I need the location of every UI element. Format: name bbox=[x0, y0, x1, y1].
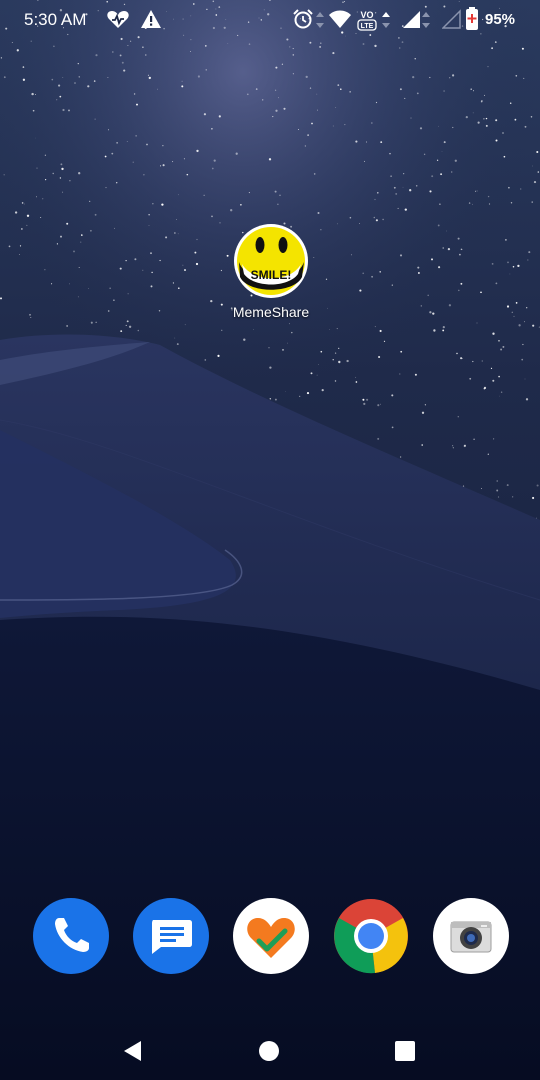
chrome-app[interactable] bbox=[333, 898, 409, 974]
back-button[interactable] bbox=[113, 1031, 153, 1071]
messages-icon bbox=[152, 920, 192, 954]
wifi-icon bbox=[328, 8, 352, 35]
warning-icon bbox=[140, 8, 162, 35]
recents-button[interactable] bbox=[385, 1031, 425, 1071]
phone-app[interactable] bbox=[33, 898, 109, 974]
status-bar: 5:30 AM VO LTE 95% bbox=[0, 0, 540, 40]
signal-icon bbox=[402, 8, 422, 35]
data-arrows-icon-3 bbox=[422, 12, 430, 33]
dock bbox=[0, 898, 540, 978]
phone-icon bbox=[55, 918, 89, 952]
volte-bottom-label: LTE bbox=[361, 23, 374, 30]
navigation-bar bbox=[0, 1015, 540, 1080]
app-memeshare[interactable]: SMILE! MemeShare bbox=[218, 222, 324, 320]
recents-icon bbox=[395, 1041, 415, 1061]
back-icon bbox=[124, 1041, 141, 1061]
home-icon bbox=[259, 1041, 279, 1061]
app-label: MemeShare bbox=[232, 304, 310, 320]
smiley-icon: SMILE! bbox=[234, 224, 308, 298]
messages-app[interactable] bbox=[133, 898, 209, 974]
data-arrows-icon bbox=[316, 12, 324, 33]
health-icon bbox=[106, 8, 130, 35]
health-app-icon bbox=[247, 918, 295, 958]
data-arrows-icon-2 bbox=[382, 12, 390, 33]
chrome-icon bbox=[334, 899, 408, 974]
clock: 5:30 AM bbox=[24, 10, 87, 29]
home-button[interactable] bbox=[249, 1031, 289, 1071]
volte-top-label: VO bbox=[360, 10, 373, 20]
battery-icon bbox=[465, 7, 479, 36]
volte-icon: VO LTE bbox=[356, 8, 378, 37]
camera-icon bbox=[450, 921, 492, 953]
alarm-icon bbox=[292, 8, 314, 35]
health-app[interactable] bbox=[233, 898, 309, 974]
camera-app[interactable] bbox=[433, 898, 509, 974]
smiley-text: SMILE! bbox=[251, 268, 292, 282]
battery-percent: 95% bbox=[485, 11, 516, 28]
signal-icon-2 bbox=[441, 8, 462, 35]
